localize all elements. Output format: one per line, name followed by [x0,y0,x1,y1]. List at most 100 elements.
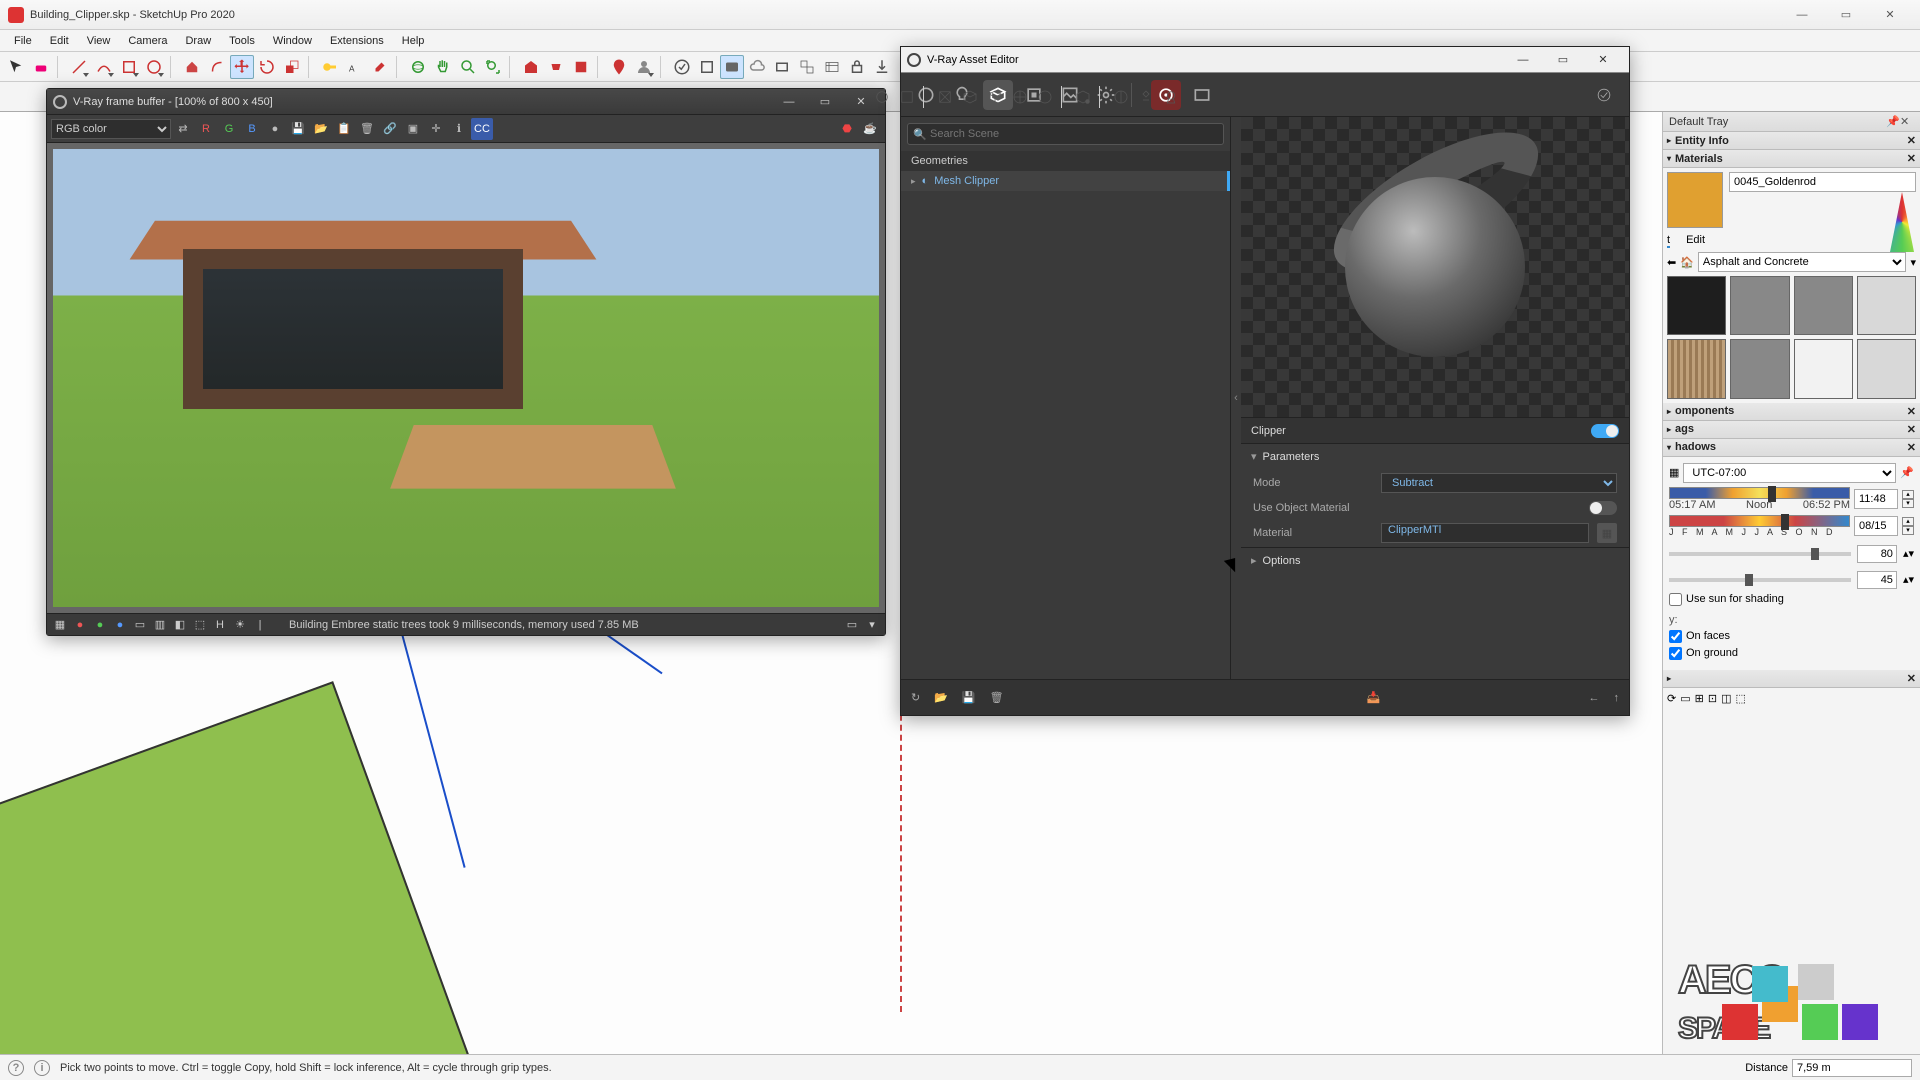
vfb-swap-icon[interactable]: ⇄ [172,118,194,140]
vobj-5-icon[interactable] [983,85,1007,109]
menu-draw[interactable]: Draw [177,33,219,49]
menu-view[interactable]: View [79,33,119,49]
menu-file[interactable]: File [6,33,40,49]
date-stepper[interactable]: ▴▾ [1902,517,1914,535]
clipper-toggle[interactable] [1591,424,1619,438]
menu-extensions[interactable]: Extensions [322,33,392,49]
extension-tool[interactable] [544,55,568,79]
zoom-extents-tool[interactable] [481,55,505,79]
category-select[interactable]: Asphalt and Concrete [1698,252,1907,272]
vfb-render-icon[interactable]: ☕ [859,118,881,140]
material-thumb[interactable] [1730,339,1789,398]
footer-add-icon[interactable]: ↻ [911,691,920,704]
material-thumb[interactable] [1794,276,1853,335]
vfb-sicon-7[interactable]: ◧ [173,618,187,632]
dark-slider[interactable] [1669,578,1851,582]
maximize-button[interactable]: ▭ [1824,1,1868,29]
home-icon[interactable]: 🏠 [1680,256,1694,269]
mini-icon[interactable]: ⊞ [1695,692,1704,705]
footer-up-icon[interactable]: ↑ [1614,692,1620,704]
menu-window[interactable]: Window [265,33,320,49]
vobj-1-icon[interactable] [870,85,894,109]
vfb-titlebar[interactable]: V-Ray frame buffer - [100% of 800 x 450]… [47,89,885,115]
vfb-save-icon[interactable]: 💾 [287,118,309,140]
vobj-4-icon[interactable] [958,85,982,109]
vfb-dropdown-icon[interactable]: ▾ [865,618,879,632]
vobj-7-icon[interactable] [1033,85,1057,109]
vfb-region-icon[interactable]: ▣ [402,118,424,140]
tz-select[interactable]: UTC-07:00 [1683,463,1896,483]
vobj-8-icon[interactable] [1071,85,1095,109]
vray-viewport-render-icon[interactable] [720,55,744,79]
vfb-channel-select[interactable]: RGB color [51,119,171,139]
components-header[interactable]: ▸omponents✕ [1663,403,1920,421]
vfb-g-channel[interactable]: G [218,118,240,140]
menu-tools[interactable]: Tools [221,33,263,49]
tab-frame-buffer-icon[interactable] [1187,80,1217,110]
tree-item-mesh-clipper[interactable]: ▸ ◐ Mesh Clipper [901,171,1230,191]
distance-input[interactable] [1792,1059,1912,1077]
circle-tool[interactable] [142,55,166,79]
material-preview[interactable] [1241,117,1629,417]
panel-close-icon[interactable]: ✕ [1907,441,1916,454]
vfb-sicon-5[interactable]: ▭ [133,618,147,632]
vfb-sicon-4[interactable]: ● [113,618,127,632]
current-material-swatch[interactable] [1667,172,1723,228]
material-value[interactable]: ClipperMTl [1381,523,1589,543]
on-faces-checkbox[interactable] [1669,630,1682,643]
tray-pin-icon[interactable]: 📌 [1886,115,1900,129]
tray-close-icon[interactable]: ✕ [1900,115,1914,129]
material-picker-icon[interactable]: ▦ [1597,523,1617,543]
parameters-header[interactable]: ▾Parameters [1241,443,1629,469]
line-tool[interactable] [67,55,91,79]
rotate-tool[interactable] [255,55,279,79]
asset-search-input[interactable] [907,123,1224,145]
color-wheel-icon[interactable] [1890,192,1914,252]
vfb-sicon-10[interactable]: ☀ [233,618,247,632]
vfb-history-icon[interactable]: 📋 [333,118,355,140]
panel-close-icon[interactable]: ✕ [1907,152,1916,165]
pushpull-tool[interactable] [180,55,204,79]
footer-import-icon[interactable]: 📥 [1367,691,1381,704]
material-thumb[interactable] [1667,276,1726,335]
asset-titlebar[interactable]: V-Ray Asset Editor — ▭ ✕ [901,47,1629,73]
paint-tool[interactable] [368,55,392,79]
vfb-load-icon[interactable]: 📂 [310,118,332,140]
mini-icon[interactable]: ▭ [1680,692,1690,705]
materials-header[interactable]: ▾ Materials ✕ [1663,150,1920,168]
extra-panel-header[interactable]: ▸✕ [1663,670,1920,688]
minimize-button[interactable]: — [1780,1,1824,29]
collapse-left-icon[interactable]: ‹ [1231,117,1241,679]
vfb-clear-icon[interactable]: 🗑 [356,118,378,140]
dark-input[interactable] [1857,571,1897,589]
vray-cloud-icon[interactable] [745,55,769,79]
select-tool[interactable] [4,55,28,79]
vobj-10-icon[interactable] [1134,85,1158,109]
footer-undo-icon[interactable]: ← [1589,692,1600,704]
vfb-maximize[interactable]: ▭ [807,90,843,114]
user-tool[interactable] [632,55,656,79]
vfb-cc-icon[interactable]: CC [471,118,493,140]
pan-tool[interactable] [431,55,455,79]
vfb-sicon-8[interactable]: ⬚ [193,618,207,632]
shape-tool[interactable] [117,55,141,79]
orbit-tool[interactable] [406,55,430,79]
location-tool[interactable] [607,55,631,79]
asset-close[interactable]: ✕ [1583,48,1623,72]
arc-tool[interactable] [92,55,116,79]
menu-camera[interactable]: Camera [120,33,175,49]
mini-icon[interactable]: ⟳ [1667,692,1676,705]
eraser-tool[interactable] [29,55,53,79]
on-ground-checkbox[interactable] [1669,647,1682,660]
vfb-expand-icon[interactable]: ▭ [845,618,859,632]
shadow-pin-icon[interactable]: 📌 [1900,466,1914,479]
shadow-toggle-icon[interactable]: ▦ [1669,466,1679,479]
vfb-b-channel[interactable]: B [241,118,263,140]
asset-maximize[interactable]: ▭ [1543,48,1583,72]
material-thumb[interactable] [1730,276,1789,335]
vray-batch-icon[interactable] [795,55,819,79]
help-icon[interactable]: ? [8,1060,24,1076]
footer-delete-icon[interactable]: 🗑 [990,691,1004,704]
footer-save-icon[interactable]: 💾 [962,691,976,704]
light-slider[interactable] [1669,552,1851,556]
